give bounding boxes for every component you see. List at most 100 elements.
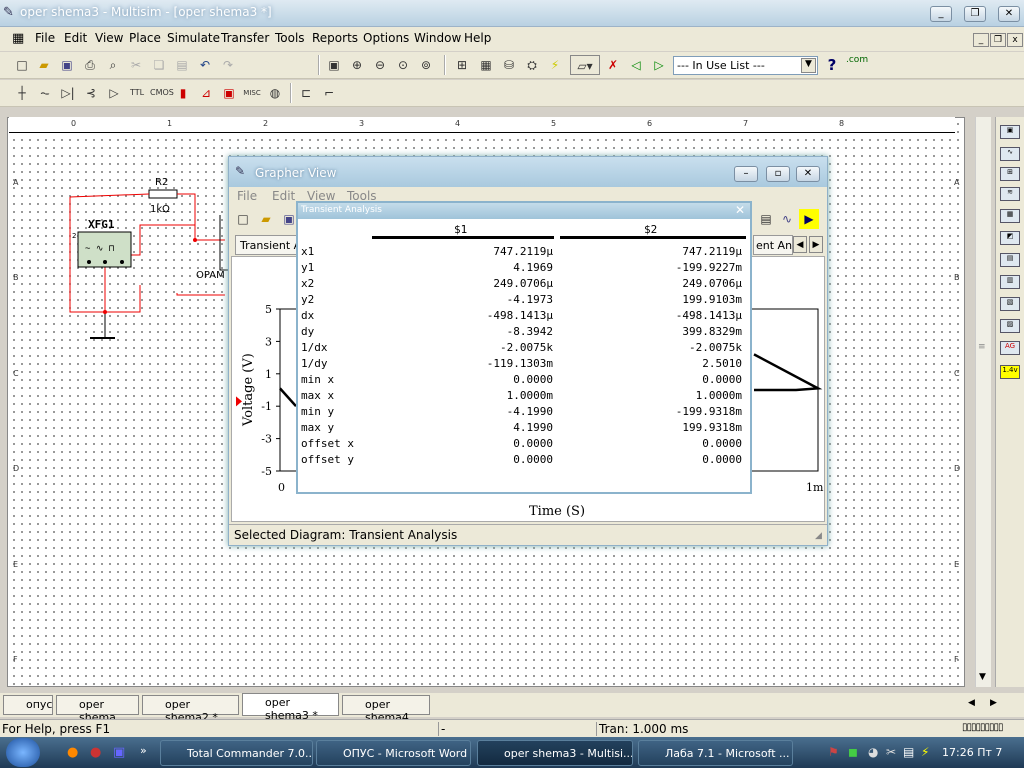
logic-analyzer-icon[interactable]: ▧: [1000, 297, 1020, 311]
resize-grip-icon[interactable]: ◢: [815, 531, 822, 541]
menu-help[interactable]: Help: [464, 31, 491, 45]
help-button[interactable]: ?: [822, 55, 842, 75]
vertical-scrollbar[interactable]: ≡ ▼: [975, 117, 991, 687]
grapher-new-icon[interactable]: □: [233, 209, 253, 229]
tray-icon[interactable]: ◕: [868, 745, 878, 759]
full-screen-icon[interactable]: ▣: [324, 55, 344, 75]
in-use-list-dropdown[interactable]: --- In Use List --- ▼: [673, 56, 818, 75]
maximize-button[interactable]: ❐: [964, 6, 986, 22]
bode-plotter-icon[interactable]: ◩: [1000, 231, 1020, 245]
postprocessor-icon[interactable]: ✗: [603, 55, 623, 75]
four-channel-scope-icon[interactable]: ▦: [1000, 209, 1020, 223]
multimeter-icon[interactable]: ▣: [1000, 125, 1020, 139]
task-laba-word[interactable]: Лаба 7.1 - Microsoft ...: [638, 740, 793, 766]
grapher-close-button[interactable]: ✕: [796, 166, 820, 182]
hierarchy-icon[interactable]: ⊞: [452, 55, 472, 75]
diode-icon[interactable]: ▷|: [58, 83, 78, 103]
close-button[interactable]: ✕: [998, 6, 1020, 22]
task-total-commander[interactable]: Total Commander 7.0...: [160, 740, 313, 766]
spreadsheet-icon[interactable]: ▦: [476, 55, 496, 75]
redo-icon[interactable]: ↷: [218, 55, 238, 75]
menu-tools[interactable]: Tools: [275, 31, 305, 45]
grapher-menu-file[interactable]: File: [237, 189, 257, 203]
misc-icon[interactable]: MISC: [242, 83, 262, 103]
tab-scroll-left-icon[interactable]: ◀: [793, 236, 807, 253]
save-icon[interactable]: ▣: [57, 55, 77, 75]
minimize-button[interactable]: _: [930, 6, 952, 22]
mixed-icon[interactable]: ⊿: [196, 83, 216, 103]
task-multisim[interactable]: oper shema3 - Multisi...: [477, 740, 633, 766]
menu-simulate[interactable]: Simulate: [167, 31, 220, 45]
hierarchical-block-icon[interactable]: ⊏: [296, 83, 316, 103]
misc-digital-icon[interactable]: ▮: [173, 83, 193, 103]
menu-reports[interactable]: Reports: [312, 31, 358, 45]
power-source-icon[interactable]: ┼: [12, 83, 32, 103]
menu-window[interactable]: Window: [414, 31, 461, 45]
start-button[interactable]: [6, 738, 40, 767]
app-icon[interactable]: ✎: [3, 5, 14, 20]
tabs-scroll-right-icon[interactable]: ▶: [990, 698, 997, 708]
open-icon[interactable]: ▰: [34, 55, 54, 75]
component-wizard-icon[interactable]: ⛭: [522, 55, 542, 75]
menu-view[interactable]: View: [95, 31, 123, 45]
grapher-labview-icon[interactable]: ▶: [799, 209, 819, 229]
tab-oper-shema4[interactable]: oper shema4: [342, 695, 430, 724]
tab-transient-analysis[interactable]: Transient Ana: [235, 235, 297, 255]
indicator-icon[interactable]: ▣: [219, 83, 239, 103]
grapher-open-icon[interactable]: ▰: [256, 209, 276, 229]
mdi-restore-button[interactable]: ❐: [990, 33, 1006, 47]
web-link-icon[interactable]: .com: [846, 55, 868, 65]
frequency-counter-icon[interactable]: ▤: [1000, 253, 1020, 267]
basic-icon[interactable]: ⏦: [35, 83, 55, 103]
cut-icon[interactable]: ✂: [126, 55, 146, 75]
opamp-body[interactable]: [219, 215, 228, 271]
bus-icon[interactable]: ⌐: [319, 83, 339, 103]
paste-icon[interactable]: ▤: [172, 55, 192, 75]
resistor-r2[interactable]: [148, 189, 178, 199]
mdi-minimize-button[interactable]: _: [973, 33, 989, 47]
copy-icon[interactable]: ❏: [149, 55, 169, 75]
tab-transient-analysis-2[interactable]: ent Ana: [753, 235, 793, 255]
menu-edit[interactable]: Edit: [64, 31, 87, 45]
tray-icon[interactable]: ⚑: [828, 745, 839, 759]
tab-oper-shema3[interactable]: oper shema3 *: [242, 693, 339, 722]
voltage-probe-icon[interactable]: 1.4v: [1000, 365, 1020, 379]
scroll-grip-icon[interactable]: ≡: [978, 342, 986, 352]
rf-icon[interactable]: ◍: [265, 83, 285, 103]
document-icon[interactable]: ▦: [12, 31, 24, 46]
grapher-export-icon[interactable]: ▤: [756, 209, 776, 229]
opera-icon[interactable]: ●: [90, 745, 101, 760]
grapher-title-bar[interactable]: ✎ Grapher View – ▫ ✕: [229, 157, 827, 187]
grapher-maximize-button[interactable]: ▫: [766, 166, 790, 182]
grapher-dropdown-icon[interactable]: ▱▾: [570, 55, 600, 75]
logic-converter-icon[interactable]: ▨: [1000, 319, 1020, 333]
electrical-rules-icon[interactable]: ⚡: [545, 55, 565, 75]
print-icon[interactable]: ⎙: [80, 55, 100, 75]
print-preview-icon[interactable]: ⌕: [103, 55, 123, 75]
cmos-icon[interactable]: CMOS: [150, 83, 174, 103]
flag-icon[interactable]: ▤: [903, 745, 914, 759]
mdi-close-button[interactable]: x: [1007, 33, 1023, 47]
analog-icon[interactable]: ▷: [104, 83, 124, 103]
iv-analyzer-icon[interactable]: AG: [1000, 341, 1020, 355]
database-icon[interactable]: ⛁: [499, 55, 519, 75]
schematic-circuit[interactable]: ~ ∿ ⊓: [60, 175, 235, 345]
transistor-icon[interactable]: ⊰: [81, 83, 101, 103]
menu-place[interactable]: Place: [129, 31, 161, 45]
grapher-chart-icon[interactable]: ∿: [777, 209, 797, 229]
tray-icon[interactable]: ✂: [886, 745, 896, 759]
tray-icon[interactable]: ◼: [848, 745, 858, 759]
oscilloscope-icon[interactable]: ≋: [1000, 187, 1020, 201]
tab-scroll-right-icon[interactable]: ▶: [809, 236, 823, 253]
firefox-icon[interactable]: ●: [67, 745, 78, 760]
grapher-minimize-button[interactable]: –: [734, 166, 758, 182]
undo-icon[interactable]: ↶: [195, 55, 215, 75]
function-generator-icon[interactable]: ∿: [1000, 147, 1020, 161]
task-opus-word[interactable]: ОПУС - Microsoft Word: [316, 740, 471, 766]
ta-close-icon[interactable]: ✕: [735, 203, 745, 217]
scroll-down-icon[interactable]: ▼: [979, 672, 986, 682]
zoom-out-icon[interactable]: ⊖: [370, 55, 390, 75]
tabs-scroll-left-icon[interactable]: ◀: [968, 698, 975, 708]
chevron-down-icon[interactable]: ▼: [801, 58, 816, 73]
grapher-menu-edit[interactable]: Edit: [272, 189, 295, 203]
